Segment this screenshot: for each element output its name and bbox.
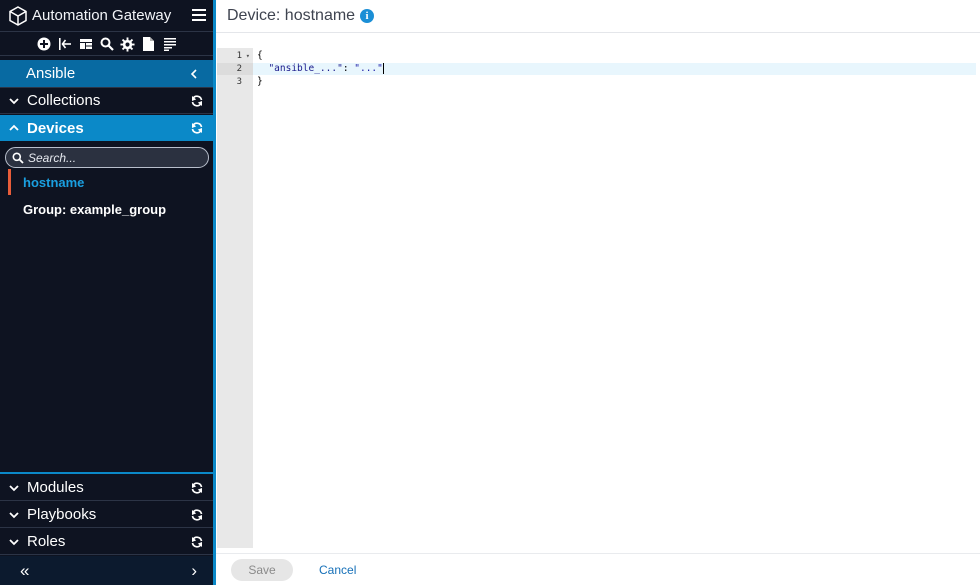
- sidebar-section-roles[interactable]: Roles: [0, 529, 213, 555]
- chevron-down-icon: [9, 538, 19, 545]
- devices-label: Devices: [27, 119, 84, 137]
- sidebar-section-devices[interactable]: Devices: [0, 115, 213, 141]
- action-bar: Save Cancel: [216, 553, 980, 585]
- chevron-down-icon: [9, 511, 19, 518]
- gear-icon[interactable]: [120, 36, 136, 52]
- json-value: "...": [354, 63, 383, 74]
- modules-label: Modules: [27, 479, 84, 496]
- json-separator: :: [342, 63, 355, 74]
- expand-button[interactable]: ›: [191, 561, 197, 581]
- collapse-sidebar-button[interactable]: «: [20, 561, 29, 581]
- device-search: [5, 147, 209, 168]
- device-item-hostname[interactable]: hostname: [8, 169, 213, 195]
- chevron-up-icon: [9, 124, 19, 131]
- page-title: Device: hostname: [227, 7, 356, 24]
- section-divider: [0, 472, 213, 474]
- json-editor[interactable]: 1 ▾ 2 3 { "ansible_...": "..." }: [217, 48, 980, 548]
- sidebar-section-collections[interactable]: Collections: [0, 88, 213, 114]
- save-button[interactable]: Save: [231, 558, 293, 581]
- app-title: Automation Gateway: [32, 7, 172, 24]
- import-icon[interactable]: [57, 36, 73, 52]
- grid-icon[interactable]: [78, 36, 94, 52]
- chevron-down-icon: [9, 484, 19, 491]
- playbooks-label: Playbooks: [27, 506, 97, 523]
- ansible-label: Ansible: [26, 65, 76, 82]
- line-number: 3: [236, 77, 242, 87]
- refresh-icon[interactable]: [190, 481, 204, 495]
- collections-label: Collections: [27, 92, 101, 109]
- editor-gutter: 1 ▾ 2 3: [217, 48, 253, 548]
- search-icon[interactable]: [99, 36, 115, 52]
- add-circle-icon[interactable]: [36, 36, 52, 52]
- refresh-icon[interactable]: [190, 535, 204, 549]
- line-number: 2: [217, 63, 253, 75]
- sidebar-toolbar: [0, 33, 213, 56]
- search-input[interactable]: [28, 150, 198, 165]
- roles-label: Roles: [27, 533, 66, 550]
- json-key: "ansible_...": [268, 63, 343, 74]
- search-icon: [12, 152, 24, 164]
- gateway-logo-icon: [9, 5, 27, 26]
- list-icon[interactable]: [162, 36, 178, 52]
- ansible-header[interactable]: Ansible: [0, 60, 213, 88]
- main-panel: Device: hostname i 1 ▾ 2 3 { "ansible_...…: [216, 0, 980, 585]
- code-line: {: [257, 50, 263, 61]
- code-line: }: [257, 76, 263, 87]
- refresh-icon[interactable]: [190, 508, 204, 522]
- brand-bar: Automation Gateway: [0, 0, 213, 32]
- device-item-group[interactable]: Group: example_group: [8, 196, 213, 222]
- chevron-left-icon[interactable]: [189, 69, 199, 79]
- fold-arrow-icon[interactable]: ▾: [246, 50, 250, 62]
- refresh-icon[interactable]: [190, 94, 204, 108]
- sidebar-section-playbooks[interactable]: Playbooks: [0, 502, 213, 528]
- text-cursor: [382, 63, 384, 74]
- sidebar: Automation Gateway Ansible Collections D…: [0, 0, 216, 585]
- page-header: Device: hostname i: [216, 0, 980, 33]
- info-icon[interactable]: i: [360, 9, 375, 23]
- sidebar-footer: « ›: [0, 556, 213, 585]
- refresh-icon[interactable]: [190, 121, 204, 135]
- chevron-down-icon: [9, 97, 19, 104]
- line-number: 1 ▾: [236, 50, 250, 62]
- cancel-button[interactable]: Cancel: [319, 563, 356, 577]
- sidebar-section-modules[interactable]: Modules: [0, 475, 213, 501]
- code-line-active: "ansible_...": "...": [253, 63, 976, 75]
- file-icon[interactable]: [141, 36, 157, 52]
- hamburger-menu-icon[interactable]: [192, 8, 206, 22]
